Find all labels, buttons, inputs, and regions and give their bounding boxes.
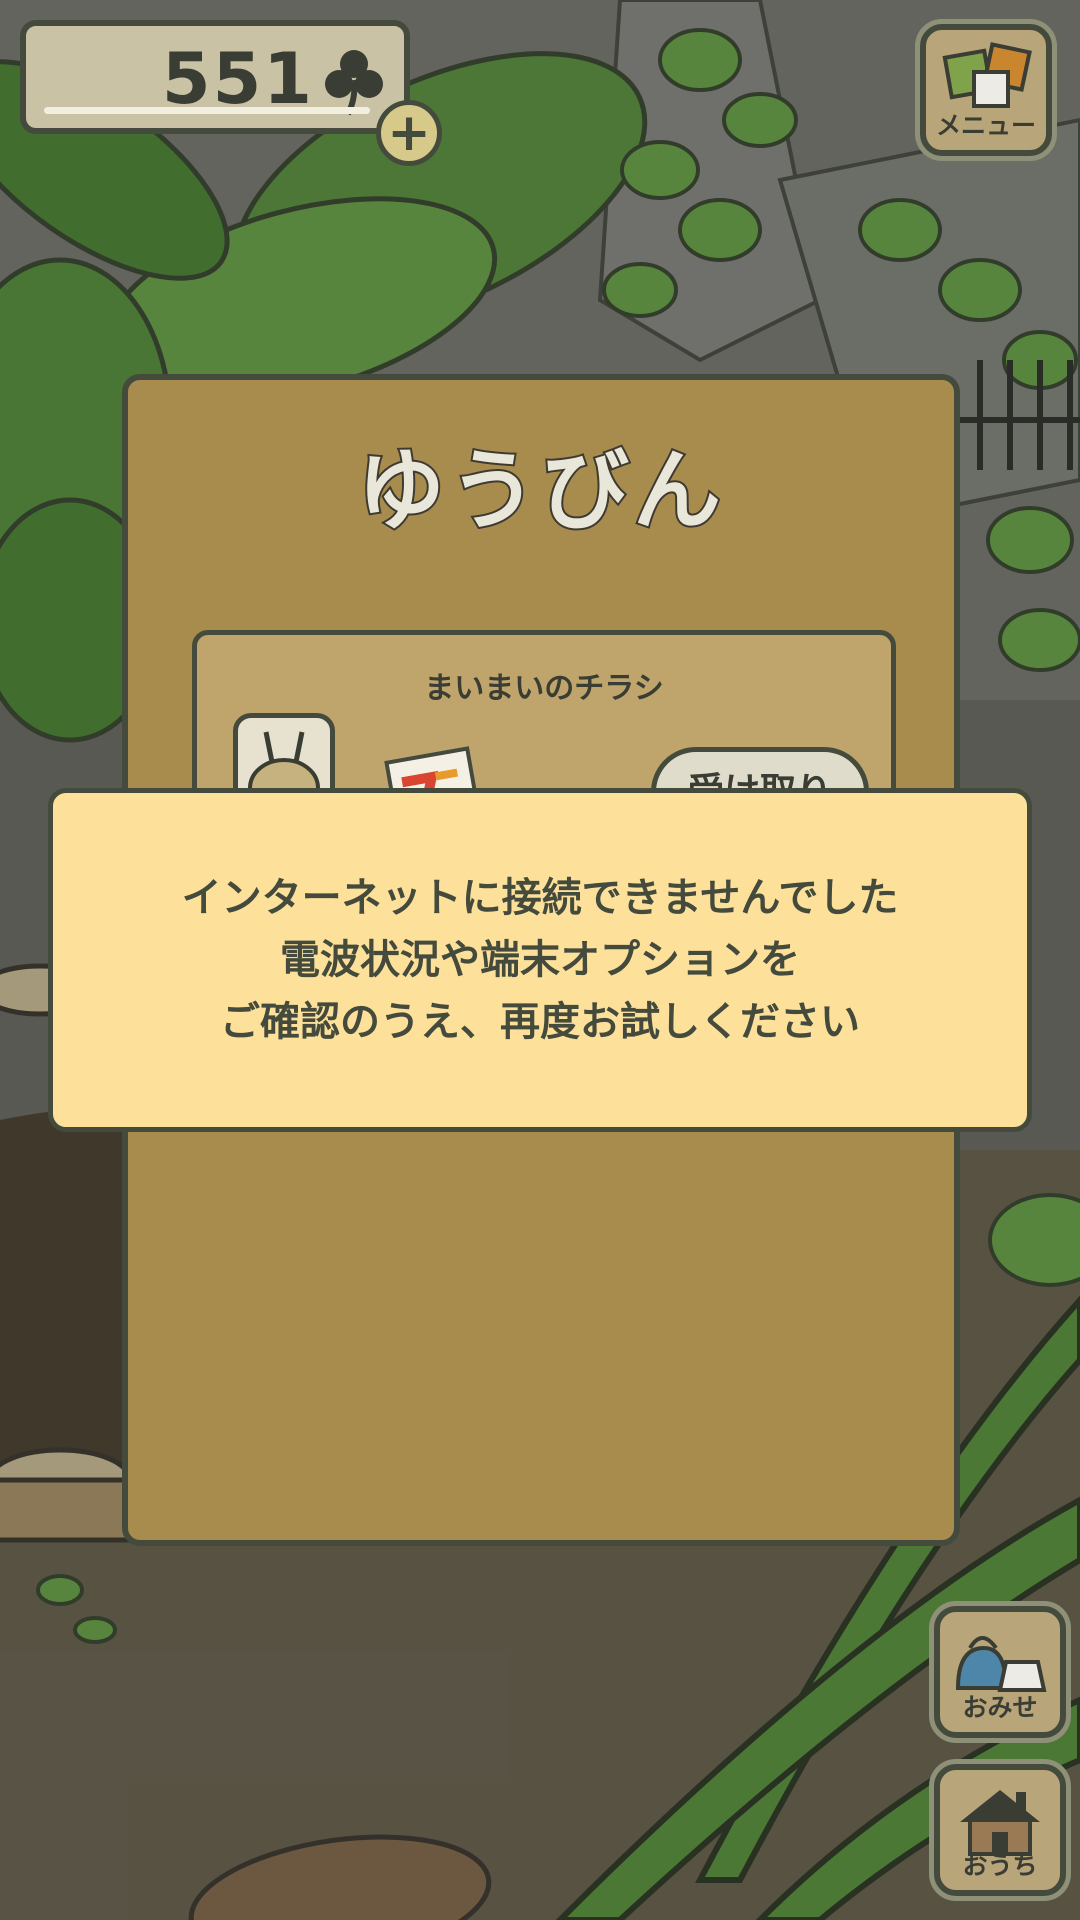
error-line-2: 電波状況や端末オプションを xyxy=(280,937,800,983)
home-button[interactable]: おうち xyxy=(934,1764,1066,1896)
add-clover-button[interactable]: + xyxy=(376,100,442,166)
mail-title: ゆうびん xyxy=(355,437,725,544)
error-line-3: ご確認のうえ、再度お試しください xyxy=(220,999,860,1045)
plus-icon: + xyxy=(387,103,431,163)
clover-bar xyxy=(44,107,370,114)
shop-button[interactable]: おみせ xyxy=(934,1606,1066,1738)
mail-item-title: まいまいのチラシ xyxy=(424,671,664,706)
home-label: おうち xyxy=(962,1851,1038,1880)
menu-button[interactable]: メニュー xyxy=(920,24,1052,156)
shop-label: おみせ xyxy=(962,1693,1038,1722)
error-line-1: インターネットに接続できませんでした xyxy=(181,875,899,921)
clover-counter: 551 xyxy=(20,20,410,134)
network-error-dialog[interactable]: インターネットに接続できませんでした 電波状況や端末オプションを ご確認のうえ、… xyxy=(48,788,1032,1132)
clover-icon xyxy=(325,50,383,116)
menu-label: メニュー xyxy=(935,111,1036,140)
